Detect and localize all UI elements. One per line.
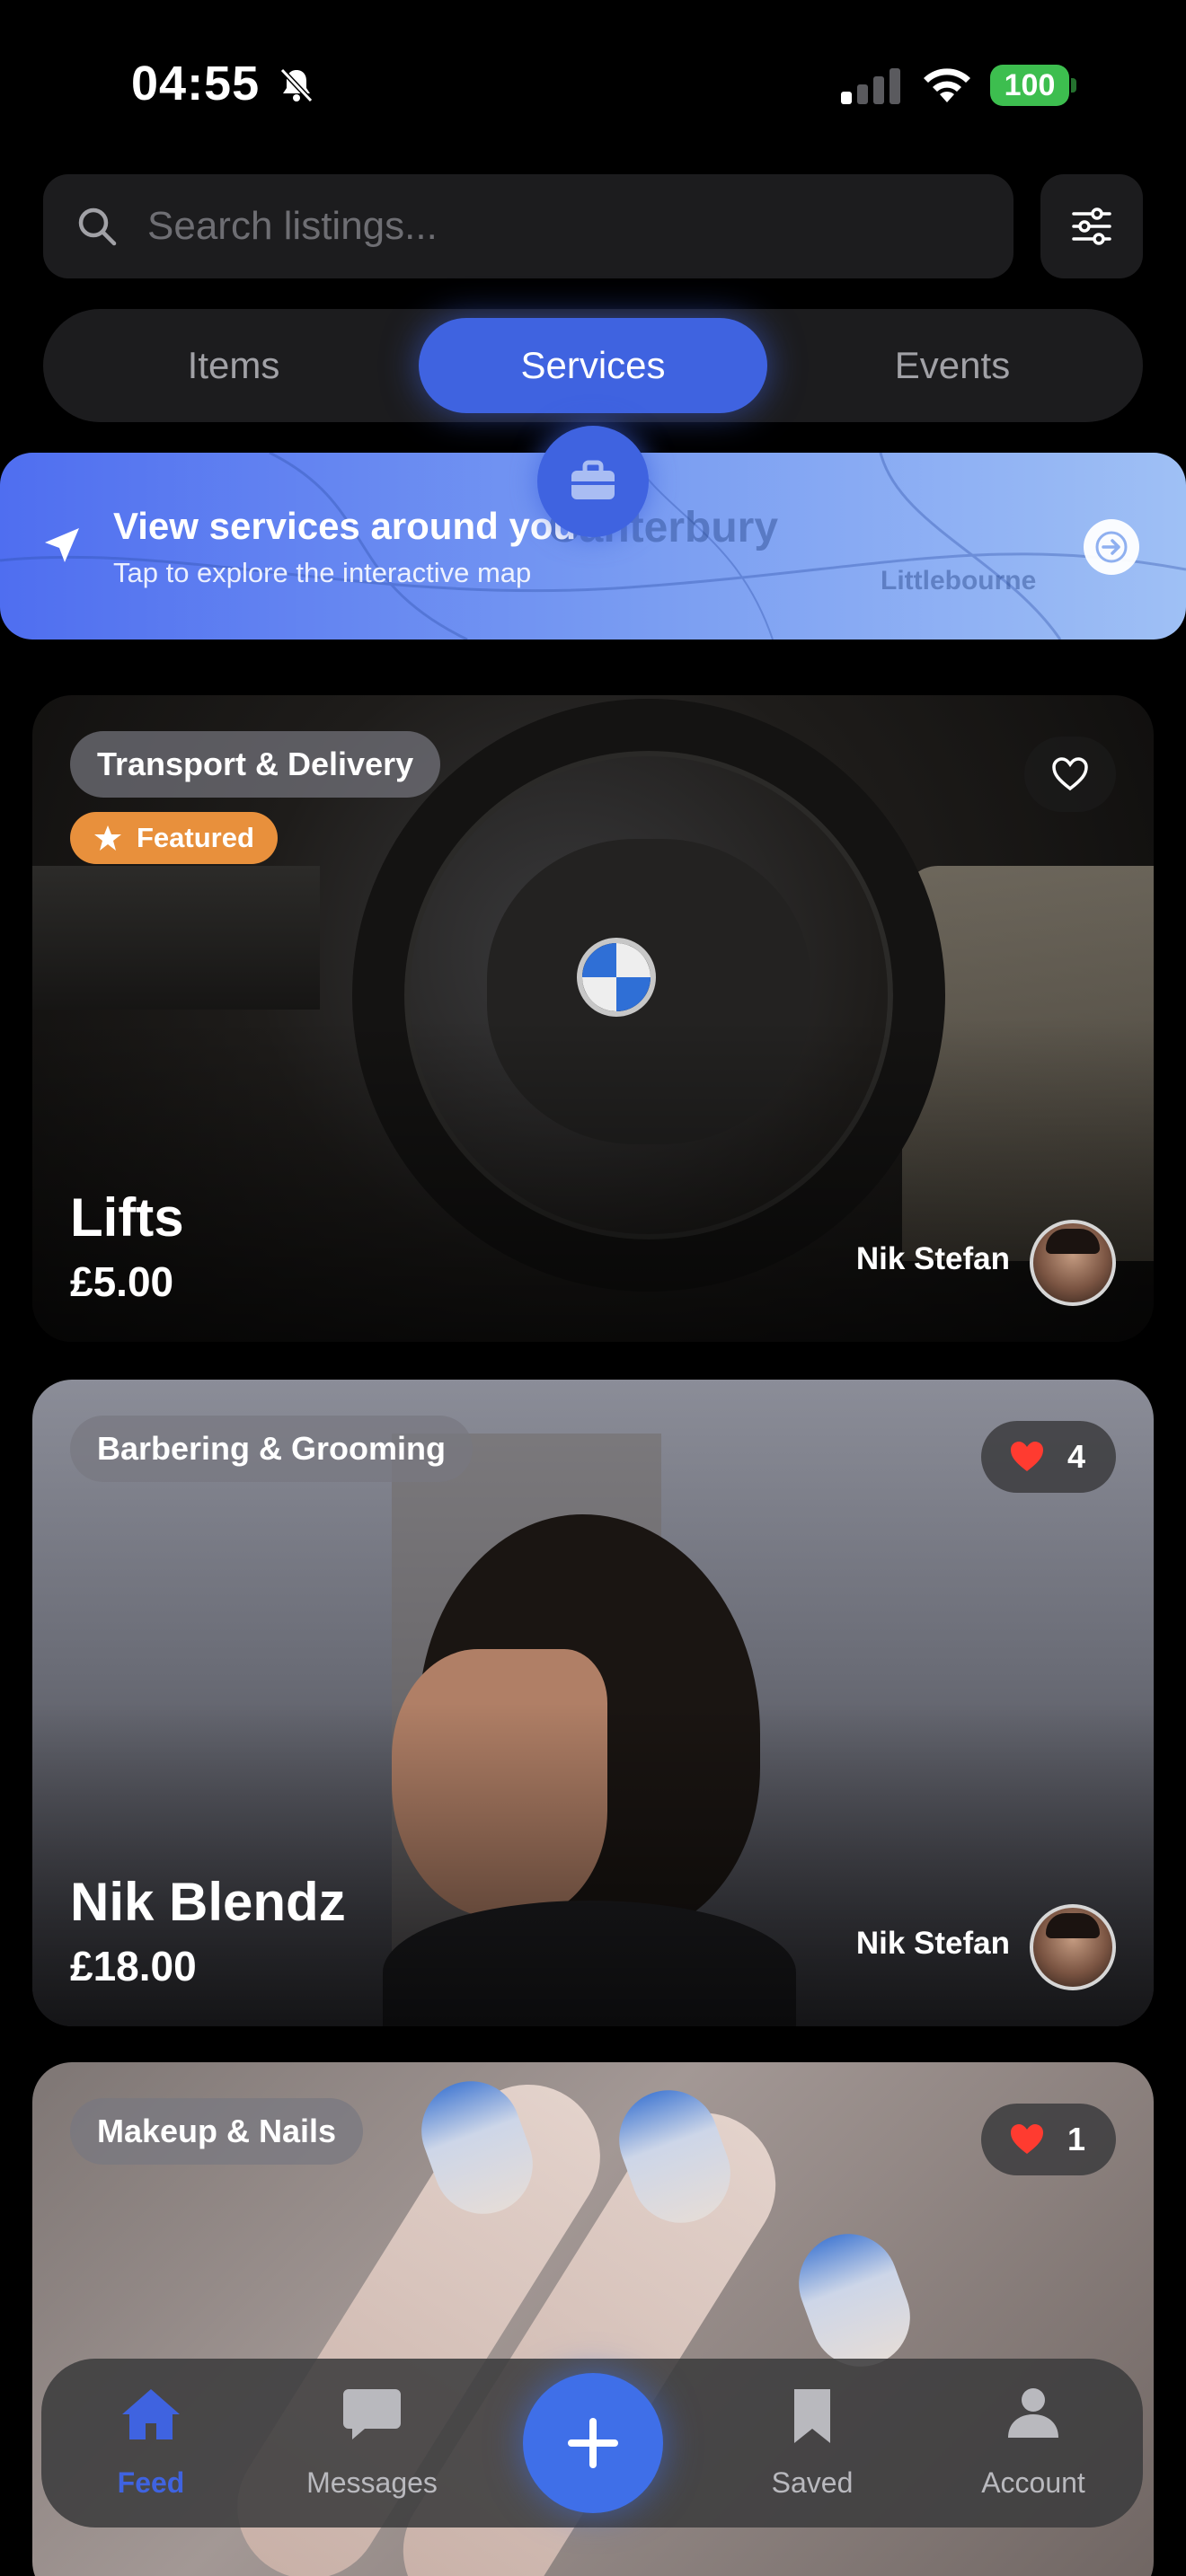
map-banner-arrow-button[interactable] [1084, 519, 1139, 575]
map-label-littlebourne: Littlebourne [881, 566, 1037, 595]
listing-price: £5.00 [70, 1258, 174, 1305]
tab-saved-label: Saved [771, 2466, 854, 2499]
like-count: 4 [1067, 1438, 1085, 1475]
map-briefcase-marker [537, 426, 649, 537]
tab-saved[interactable]: Saved [722, 2359, 902, 2527]
home-icon [122, 2389, 180, 2439]
search-bar[interactable] [43, 174, 1013, 278]
heart-filled-icon [1010, 2124, 1043, 2154]
tab-messages[interactable]: Messages [282, 2359, 462, 2527]
search-icon [78, 207, 117, 246]
listing-card[interactable]: Transport & Delivery Featured Lifts £5.0… [32, 695, 1154, 1342]
wifi-icon [924, 68, 970, 102]
bell-slash-icon [279, 67, 314, 103]
status-bar: 04:55 100 [0, 0, 1186, 171]
tab-account-label: Account [981, 2466, 1085, 2499]
tab-events[interactable]: Events [780, 318, 1125, 413]
listing-photo [32, 866, 320, 1010]
listing-title: Lifts [70, 1187, 184, 1248]
category-pill: Makeup & Nails [70, 2098, 364, 2165]
tab-services[interactable]: Services [419, 318, 767, 413]
seller-name: Nik Stefan [855, 1241, 1010, 1276]
featured-label: Featured [137, 822, 254, 853]
chat-bubble-icon [343, 2389, 401, 2439]
seller-name: Nik Stefan [855, 1926, 1010, 1961]
map-banner-subtitle: Tap to explore the interactive map [113, 557, 532, 588]
avatar[interactable] [1030, 1220, 1116, 1306]
filter-button[interactable] [1040, 174, 1143, 278]
bookmark-icon [794, 2389, 830, 2443]
like-button[interactable]: 1 [980, 2104, 1116, 2175]
avatar[interactable] [1030, 1904, 1116, 1990]
listing-card[interactable]: Barbering & Grooming 4 Nik Blendz £18.00… [32, 1380, 1154, 2026]
tab-account[interactable]: Account [943, 2359, 1123, 2527]
tab-feed[interactable]: Feed [61, 2359, 241, 2527]
tab-messages-label: Messages [306, 2466, 438, 2499]
like-button[interactable]: 4 [980, 1421, 1116, 1493]
bmw-logo [577, 938, 656, 1017]
category-pill: Transport & Delivery [70, 731, 441, 798]
briefcase-icon [571, 460, 615, 499]
listing-price: £18.00 [70, 1943, 197, 1989]
battery-level: 100 [1004, 68, 1056, 102]
arrow-right-icon [1095, 531, 1128, 563]
tab-items[interactable]: Items [61, 318, 406, 413]
search-input[interactable] [147, 174, 974, 278]
heart-outline-icon [1052, 757, 1088, 791]
featured-badge: Featured [70, 812, 278, 864]
favorite-button[interactable] [1024, 737, 1116, 812]
status-time: 04:55 [131, 57, 261, 110]
listing-title: Nik Blendz [70, 1872, 346, 1932]
location-arrow-icon [45, 528, 79, 562]
like-count: 1 [1067, 2121, 1085, 2157]
sliders-icon [1072, 207, 1111, 245]
create-listing-button[interactable] [523, 2373, 663, 2513]
star-icon [94, 825, 121, 851]
feed-screen: 04:55 100 Search listings... Items Servi… [0, 0, 1186, 2576]
person-icon [1008, 2388, 1058, 2438]
heart-filled-icon [1010, 1442, 1043, 1471]
signal-icon [841, 68, 900, 104]
tab-feed-label: Feed [117, 2466, 185, 2499]
category-pill: Barbering & Grooming [70, 1416, 474, 1482]
listing-type-segmented-control: Items Services Events [43, 309, 1143, 422]
battery-icon: 100 [990, 65, 1076, 106]
plus-icon [568, 2418, 618, 2468]
map-banner-title: View services around you [113, 505, 577, 547]
